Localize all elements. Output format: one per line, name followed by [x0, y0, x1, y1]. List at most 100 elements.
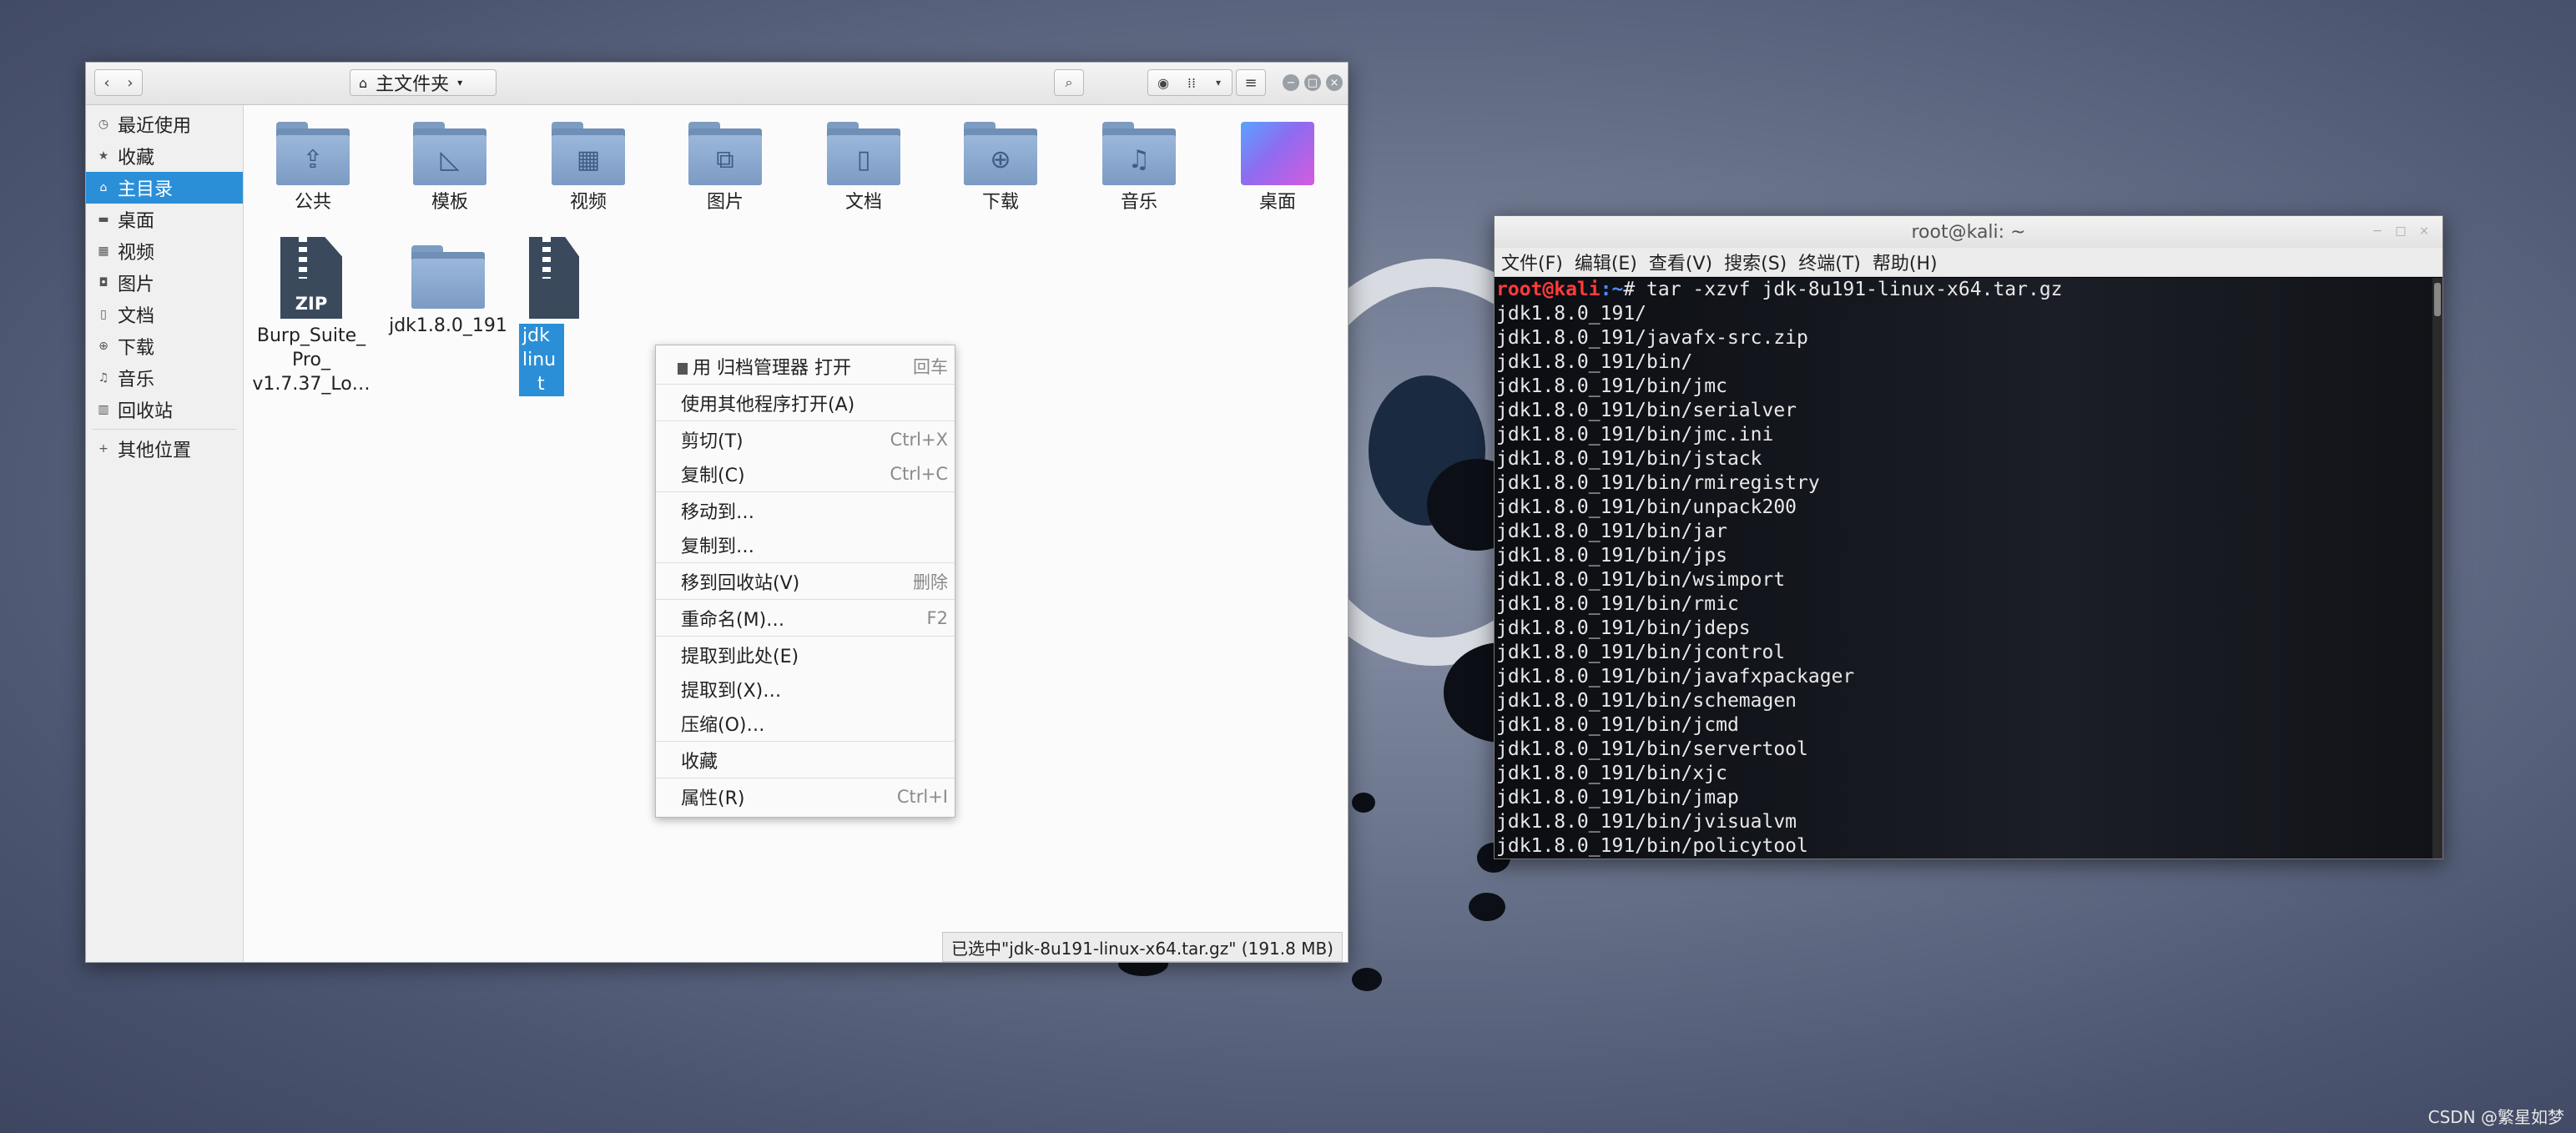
terminal-menu-item[interactable]: 查看(V) — [1649, 249, 1712, 275]
terminal-scrollbar[interactable] — [2432, 278, 2442, 859]
maximize-button[interactable]: □ — [1304, 74, 1321, 91]
file-item-jdk-folder[interactable]: jdk1.8.0_191 — [386, 245, 511, 338]
download-icon: ⊕ — [98, 340, 108, 353]
context-menu-item-label: 移动到… — [681, 501, 755, 523]
folder-item-label: 视频 — [569, 192, 607, 213]
view-dropdown-icon[interactable]: ▾ — [1206, 77, 1231, 88]
sidebar-item[interactable]: ▯ 文档 — [86, 299, 243, 330]
sidebar-item-label: 主目录 — [118, 179, 174, 200]
sidebar-item-label: 文档 — [118, 306, 155, 327]
context-menu-item[interactable]: 提取到此处(E) — [656, 637, 955, 672]
terminal-menu-item[interactable]: 帮助(H) — [1873, 249, 1938, 275]
context-menu-item[interactable]: 剪切(T) Ctrl+X — [656, 422, 955, 456]
terminal-output-line: jdk1.8.0_191/bin/jcontrol — [1496, 642, 1786, 663]
folder-item[interactable]: ⊕ 下载 — [938, 122, 1063, 214]
terminal-output-line: jdk1.8.0_191/bin/jar — [1496, 521, 1727, 542]
folder-item-label: 文档 — [844, 192, 882, 213]
view-options-icon[interactable]: ◉ — [1149, 75, 1177, 91]
context-menu-item[interactable]: 提取到(X)… — [656, 672, 955, 706]
close-icon[interactable]: × — [2417, 224, 2431, 238]
folder-icon: ▦ — [552, 122, 625, 185]
folder-item[interactable]: ⇪ 公共 — [250, 122, 376, 214]
folder-icon: ⊕ — [964, 122, 1037, 185]
folder-emblem-icon: ♫ — [1127, 145, 1151, 174]
context-menu-item[interactable]: 复制到… — [656, 527, 955, 561]
context-menu-shortcut: Ctrl+I — [896, 786, 948, 807]
context-menu-item-label-wrap: 剪切(T) — [681, 426, 744, 453]
file-name-line: jdk — [522, 325, 550, 346]
context-menu-item-label-wrap: 复制(C) — [681, 461, 745, 487]
grid-view-icon[interactable]: ⁞⁞ — [1177, 75, 1206, 91]
terminal-output-line: jdk1.8.0_191/bin/unpack200 — [1496, 496, 1797, 518]
context-menu-item-label: 压缩(O)… — [681, 714, 765, 736]
folder-item-label: 公共 — [294, 192, 331, 213]
context-menu-item[interactable]: 重命名(M)… F2 — [656, 601, 955, 635]
folder-emblem-icon: ▦ — [576, 145, 601, 174]
scrollbar-thumb[interactable] — [2434, 283, 2441, 316]
terminal-output-line: jdk1.8.0_191/bin/schemagen — [1496, 690, 1797, 712]
folder-item[interactable]: ♫ 音乐 — [1076, 122, 1202, 214]
minimize-button[interactable]: − — [1283, 74, 1299, 91]
context-menu-item-label: 重命名(M)… — [681, 609, 785, 631]
context-menu-item[interactable]: 移动到… — [656, 493, 955, 527]
folder-item-label: 下载 — [981, 192, 1019, 213]
view-controls: ◉ ⁞⁞ ▾ — [1147, 69, 1233, 96]
music-icon: ♫ — [98, 371, 109, 385]
context-menu-item[interactable]: 用 归档管理器 打开 回车 — [656, 349, 955, 383]
forward-arrow-icon[interactable]: › — [118, 74, 142, 92]
back-arrow-icon[interactable]: ‹ — [95, 74, 118, 92]
sidebar-item[interactable]: ◷ 最近使用 — [86, 108, 243, 140]
path-bar-home-button[interactable]: ⌂ 主文件夹 ▾ — [350, 69, 497, 96]
file-item-jdk-tar-selected[interactable]: jdk linu t — [519, 237, 579, 396]
context-menu-shortcut: 回车 — [913, 356, 948, 377]
sidebar-item[interactable]: ★ 收藏 — [86, 140, 243, 172]
folder-item[interactable]: ▯ 文档 — [801, 122, 926, 214]
context-menu-item-label: 使用其他程序打开(A) — [681, 394, 855, 415]
terminal-output[interactable]: root@kali:~# tar -xzvf jdk-8u191-linux-x… — [1495, 278, 2432, 859]
folder-item[interactable]: ▦ 视频 — [526, 122, 651, 214]
context-menu-item[interactable]: 使用其他程序打开(A) — [656, 385, 955, 420]
sidebar-item[interactable]: ⊕ 下载 — [86, 330, 243, 362]
sidebar-item[interactable]: ▬ 桌面 — [86, 204, 243, 235]
context-menu-separator — [656, 599, 955, 600]
context-menu-item-label: 复制(C) — [681, 465, 745, 486]
sidebar-item[interactable]: ⌂ 主目录 — [86, 172, 243, 204]
terminal-output-line: jdk1.8.0_191/bin/serialver — [1496, 400, 1797, 421]
folder-item[interactable]: 桌面 — [1215, 122, 1340, 214]
sidebar-item-other-locations[interactable]: + 其他位置 — [86, 433, 243, 465]
sidebar-item[interactable]: ▥ 回收站 — [86, 394, 243, 426]
context-menu-item[interactable]: 属性(R) Ctrl+I — [656, 779, 955, 813]
search-button[interactable]: ⌕ — [1054, 69, 1084, 96]
context-menu-item[interactable]: 复制(C) Ctrl+C — [656, 456, 955, 491]
terminal-menu-item[interactable]: 终端(T) — [1798, 249, 1861, 275]
sidebar-item[interactable]: ◘ 图片 — [86, 267, 243, 299]
file-item-burp-zip[interactable]: ZIP Burp_Suite_ Pro_ v1.7.37_Lo… — [249, 237, 374, 396]
terminal-menu-item[interactable]: 编辑(E) — [1575, 249, 1637, 275]
context-menu-item-label-wrap: 重命名(M)… — [681, 605, 784, 632]
sidebar-item[interactable]: ▦ 视频 — [86, 235, 243, 267]
close-button[interactable]: × — [1326, 74, 1343, 91]
context-menu-item-label: 收藏 — [681, 751, 718, 773]
context-menu-item[interactable]: 压缩(O)… — [656, 706, 955, 740]
minimize-icon[interactable]: − — [2371, 224, 2384, 238]
context-menu-item-label-wrap: 复制到… — [681, 531, 754, 558]
hamburger-menu-button[interactable]: ≡ — [1236, 69, 1266, 96]
dropdown-arrow-icon: ▾ — [457, 77, 463, 88]
sidebar-item[interactable]: ♫ 音乐 — [86, 362, 243, 394]
terminal-menu-item[interactable]: 文件(F) — [1501, 249, 1563, 275]
zip-label: ZIP — [295, 294, 328, 314]
places-sidebar: ◷ 最近使用 ★ 收藏 ⌂ 主目录 ▬ 桌面 ▦ 视频 ◘ 图片 ▯ 文档 ⊕ 下载 ♫ 音乐 ▥ 回收站 + 其他位… — [86, 105, 244, 962]
sidebar-item-label: 桌面 — [118, 211, 155, 232]
maximize-icon[interactable]: □ — [2394, 224, 2407, 238]
path-label: 主文件夹 — [376, 74, 450, 95]
folder-item[interactable]: ⧉ 图片 — [663, 122, 788, 214]
terminal-output-line: jdk1.8.0_191/bin/servertool — [1496, 738, 1808, 760]
folder-item[interactable]: ◺ 模板 — [387, 122, 512, 214]
watermark-text: CSDN @繁星如梦 — [2427, 1107, 2564, 1127]
terminal-menu-item[interactable]: 搜索(S) — [1724, 249, 1787, 275]
hamburger-menu-icon: ≡ — [1244, 73, 1258, 92]
context-menu-item[interactable]: 移到回收站(V) 删除 — [656, 564, 955, 598]
desktop-folder-icon — [1241, 122, 1314, 185]
context-menu-item[interactable]: 收藏 — [656, 743, 955, 777]
context-menu-item-label-wrap: 移到回收站(V) — [681, 568, 799, 595]
